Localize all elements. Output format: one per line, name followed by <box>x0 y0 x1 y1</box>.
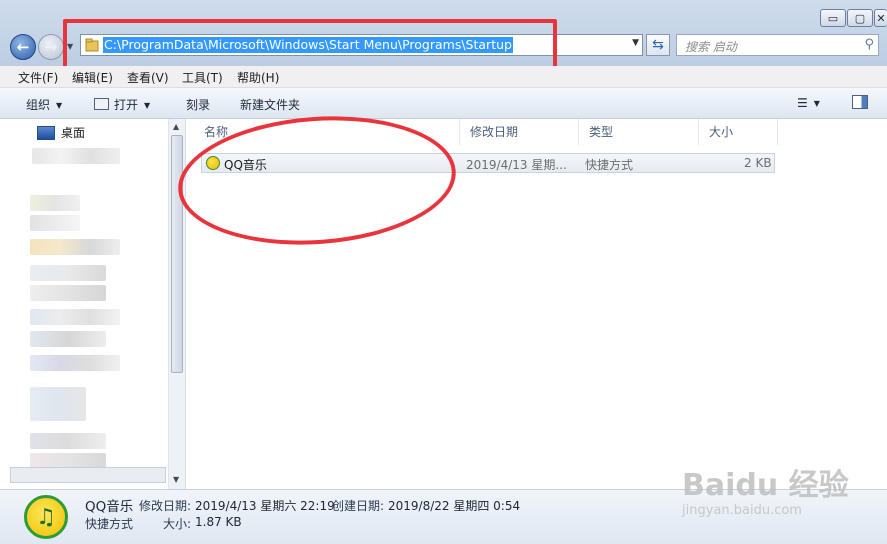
forward-button[interactable]: → <box>38 34 64 60</box>
close-button[interactable]: ✕ <box>874 9 887 27</box>
blurred-item <box>30 355 120 371</box>
view-options-button[interactable]: ☰ ▼ <box>797 96 820 110</box>
details-size-label: 大小: <box>163 517 192 531</box>
organize-button[interactable]: 组织 ▼ <box>26 96 62 113</box>
column-header-modified[interactable]: 修改日期 <box>460 119 579 145</box>
desktop-icon <box>37 125 55 140</box>
address-dropdown-icon[interactable]: ▼ <box>632 38 639 48</box>
file-type: 快捷方式 <box>585 158 634 172</box>
preview-pane-button[interactable] <box>852 95 868 112</box>
blurred-item <box>30 387 86 421</box>
search-placeholder[interactable]: 搜索 启动 <box>685 38 737 55</box>
view-grid-icon: ☰ <box>797 96 808 110</box>
details-size: 1.87 KB <box>195 515 242 529</box>
details-type: 快捷方式 <box>85 517 134 531</box>
menu-edit[interactable]: 编辑(E) <box>72 69 113 86</box>
menu-help[interactable]: 帮助(H) <box>237 69 279 86</box>
scroll-thumb[interactable] <box>171 135 183 373</box>
menu-view[interactable]: 查看(V) <box>127 69 169 86</box>
burn-button[interactable]: 刻录 <box>186 96 210 113</box>
blurred-item <box>30 265 106 281</box>
annotation-rectangle <box>63 19 557 71</box>
sidebar-item-desktop[interactable]: 桌面 <box>37 124 85 141</box>
column-header-size[interactable]: 大小 <box>699 119 778 145</box>
chevron-down-icon: ▼ <box>813 99 820 108</box>
back-arrow-icon: ← <box>16 38 30 56</box>
details-created: 2019/8/22 星期四 0:54 <box>388 499 521 513</box>
command-bar: 组织 ▼ 打开 ▼ 刻录 新建文件夹 ☰ ▼ <box>0 88 887 119</box>
blurred-item <box>30 215 80 231</box>
blurred-item <box>30 331 106 347</box>
refresh-icon: ⇆ <box>652 37 664 53</box>
watermark-logo: Baidu 经验 <box>682 468 849 503</box>
column-header-type[interactable]: 类型 <box>579 119 699 145</box>
details-created-label: 创建日期: <box>332 499 385 513</box>
search-icon[interactable]: ⚲ <box>864 37 874 52</box>
blurred-item <box>30 433 106 449</box>
sidebar-horizontal-scrollbar[interactable] <box>10 467 166 483</box>
new-folder-button[interactable]: 新建文件夹 <box>240 96 300 113</box>
chevron-down-icon: ▼ <box>56 101 63 110</box>
scroll-up-icon[interactable]: ▲ <box>173 122 179 131</box>
blurred-item <box>30 309 120 325</box>
details-modified-label: 修改日期: <box>139 499 192 513</box>
organize-label: 组织 <box>26 98 51 112</box>
menu-bar: 文件(F) 编辑(E) 查看(V) 工具(T) 帮助(H) <box>0 66 887 88</box>
chevron-down-icon: ▼ <box>144 101 151 110</box>
watermark-url: jingyan.baidu.com <box>682 503 802 518</box>
maximize-button[interactable]: ▢ <box>847 9 873 27</box>
blurred-item <box>32 148 120 164</box>
scroll-down-icon[interactable]: ▼ <box>173 475 179 484</box>
minimize-button[interactable]: ▭ <box>820 9 846 27</box>
blurred-item <box>30 239 120 255</box>
preview-pane-icon <box>852 95 868 109</box>
qq-music-icon: ♫ <box>24 495 68 539</box>
blurred-item <box>30 285 106 301</box>
search-box[interactable]: 搜索 启动 ⚲ <box>676 34 879 56</box>
sidebar-item-label: 桌面 <box>61 126 86 140</box>
forward-arrow-icon: → <box>44 38 58 56</box>
open-button[interactable]: 打开 ▼ <box>94 96 150 113</box>
open-icon <box>94 98 109 110</box>
blurred-item <box>30 195 80 211</box>
details-name: QQ音乐 <box>85 499 134 515</box>
refresh-button[interactable]: ⇆ <box>646 34 670 56</box>
file-modified: 2019/4/13 星期... <box>466 158 567 172</box>
menu-file[interactable]: 文件(F) <box>18 69 58 86</box>
details-modified: 2019/4/13 星期六 22:19 <box>195 499 335 513</box>
open-label: 打开 <box>114 98 139 112</box>
back-button[interactable]: ← <box>10 34 36 60</box>
menu-tools[interactable]: 工具(T) <box>182 69 223 86</box>
file-size: 2 KB <box>744 156 772 170</box>
navigation-pane: 桌面 <box>0 119 186 489</box>
